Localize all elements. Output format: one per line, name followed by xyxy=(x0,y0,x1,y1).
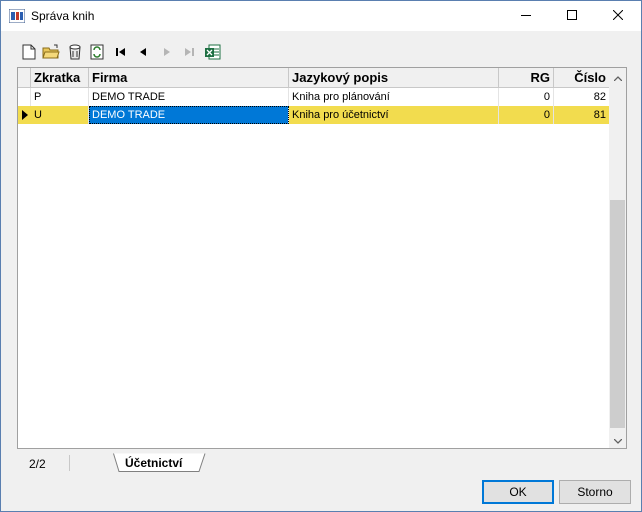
new-icon xyxy=(22,44,36,63)
books-icon xyxy=(8,8,26,24)
filter-button[interactable] xyxy=(65,43,85,63)
maximize-icon xyxy=(567,9,577,23)
first-record-icon xyxy=(116,46,126,60)
scrollbar-thumb[interactable] xyxy=(610,200,625,428)
cell-firma-focused[interactable]: DEMO TRADE xyxy=(89,106,289,124)
chevron-up-icon xyxy=(613,70,622,84)
title-bar[interactable]: Správa knih xyxy=(1,1,641,31)
prev-record-button[interactable] xyxy=(133,43,153,63)
status-divider xyxy=(69,455,70,471)
refresh-icon xyxy=(90,44,104,63)
row-indicator xyxy=(18,88,31,106)
table-row[interactable]: P DEMO TRADE Kniha pro plánování 0 82 xyxy=(18,88,610,106)
books-grid[interactable]: Zkratka Firma Jazykový popis RG Číslo P … xyxy=(17,67,627,449)
column-header-rg[interactable]: RG xyxy=(499,68,554,88)
close-icon xyxy=(612,9,624,23)
table-row-selected[interactable]: U DEMO TRADE Kniha pro účetnictví 0 81 xyxy=(18,106,610,124)
dialog-window: Správa knih Zkratka Firma Jazykový popis… xyxy=(0,0,642,512)
cell-rg[interactable]: 0 xyxy=(499,106,554,124)
cell-zkratka[interactable]: P xyxy=(31,88,89,106)
minimize-button[interactable] xyxy=(503,1,549,31)
column-header-cislo[interactable]: Číslo xyxy=(554,68,610,88)
next-record-button[interactable] xyxy=(157,43,177,63)
cell-firma[interactable]: DEMO TRADE xyxy=(89,88,289,106)
prev-record-icon xyxy=(138,46,148,60)
status-bar: 2/2 Účetnictví xyxy=(17,453,627,473)
scroll-down-button[interactable] xyxy=(609,431,626,448)
close-button[interactable] xyxy=(595,1,641,31)
cell-cislo[interactable]: 82 xyxy=(554,88,610,106)
new-button[interactable] xyxy=(19,43,39,63)
refresh-button[interactable] xyxy=(87,43,107,63)
cell-zkratka[interactable]: U xyxy=(31,106,89,124)
current-row-arrow-icon xyxy=(18,106,31,124)
ok-button[interactable]: OK xyxy=(482,480,554,504)
column-header-jazykovy-popis[interactable]: Jazykový popis xyxy=(289,68,499,88)
excel-export-icon xyxy=(205,44,221,63)
cell-rg[interactable]: 0 xyxy=(499,88,554,106)
record-count: 2/2 xyxy=(29,457,46,471)
column-header-zkratka[interactable]: Zkratka xyxy=(31,68,89,88)
open-icon xyxy=(42,44,60,63)
cell-cislo[interactable]: 81 xyxy=(554,106,610,124)
minimize-icon xyxy=(521,9,531,23)
cell-jazykovy-popis[interactable]: Kniha pro účetnictví xyxy=(289,106,499,124)
vertical-scrollbar[interactable] xyxy=(609,68,626,448)
cell-jazykovy-popis[interactable]: Kniha pro plánování xyxy=(289,88,499,106)
filter-icon xyxy=(68,44,82,63)
excel-export-button[interactable] xyxy=(203,43,223,63)
last-record-icon xyxy=(184,46,194,60)
scroll-up-button[interactable] xyxy=(609,68,626,85)
open-button[interactable] xyxy=(41,43,61,63)
last-record-button[interactable] xyxy=(179,43,199,63)
window-title: Správa knih xyxy=(31,9,95,23)
row-indicator-header xyxy=(18,68,31,88)
chevron-down-icon xyxy=(613,433,622,447)
first-record-button[interactable] xyxy=(111,43,131,63)
maximize-button[interactable] xyxy=(549,1,595,31)
tab-label: Účetnictví xyxy=(125,456,183,470)
cancel-button[interactable]: Storno xyxy=(559,480,631,504)
column-header-firma[interactable]: Firma xyxy=(89,68,289,88)
toolbar xyxy=(15,43,635,65)
next-record-icon xyxy=(162,46,172,60)
